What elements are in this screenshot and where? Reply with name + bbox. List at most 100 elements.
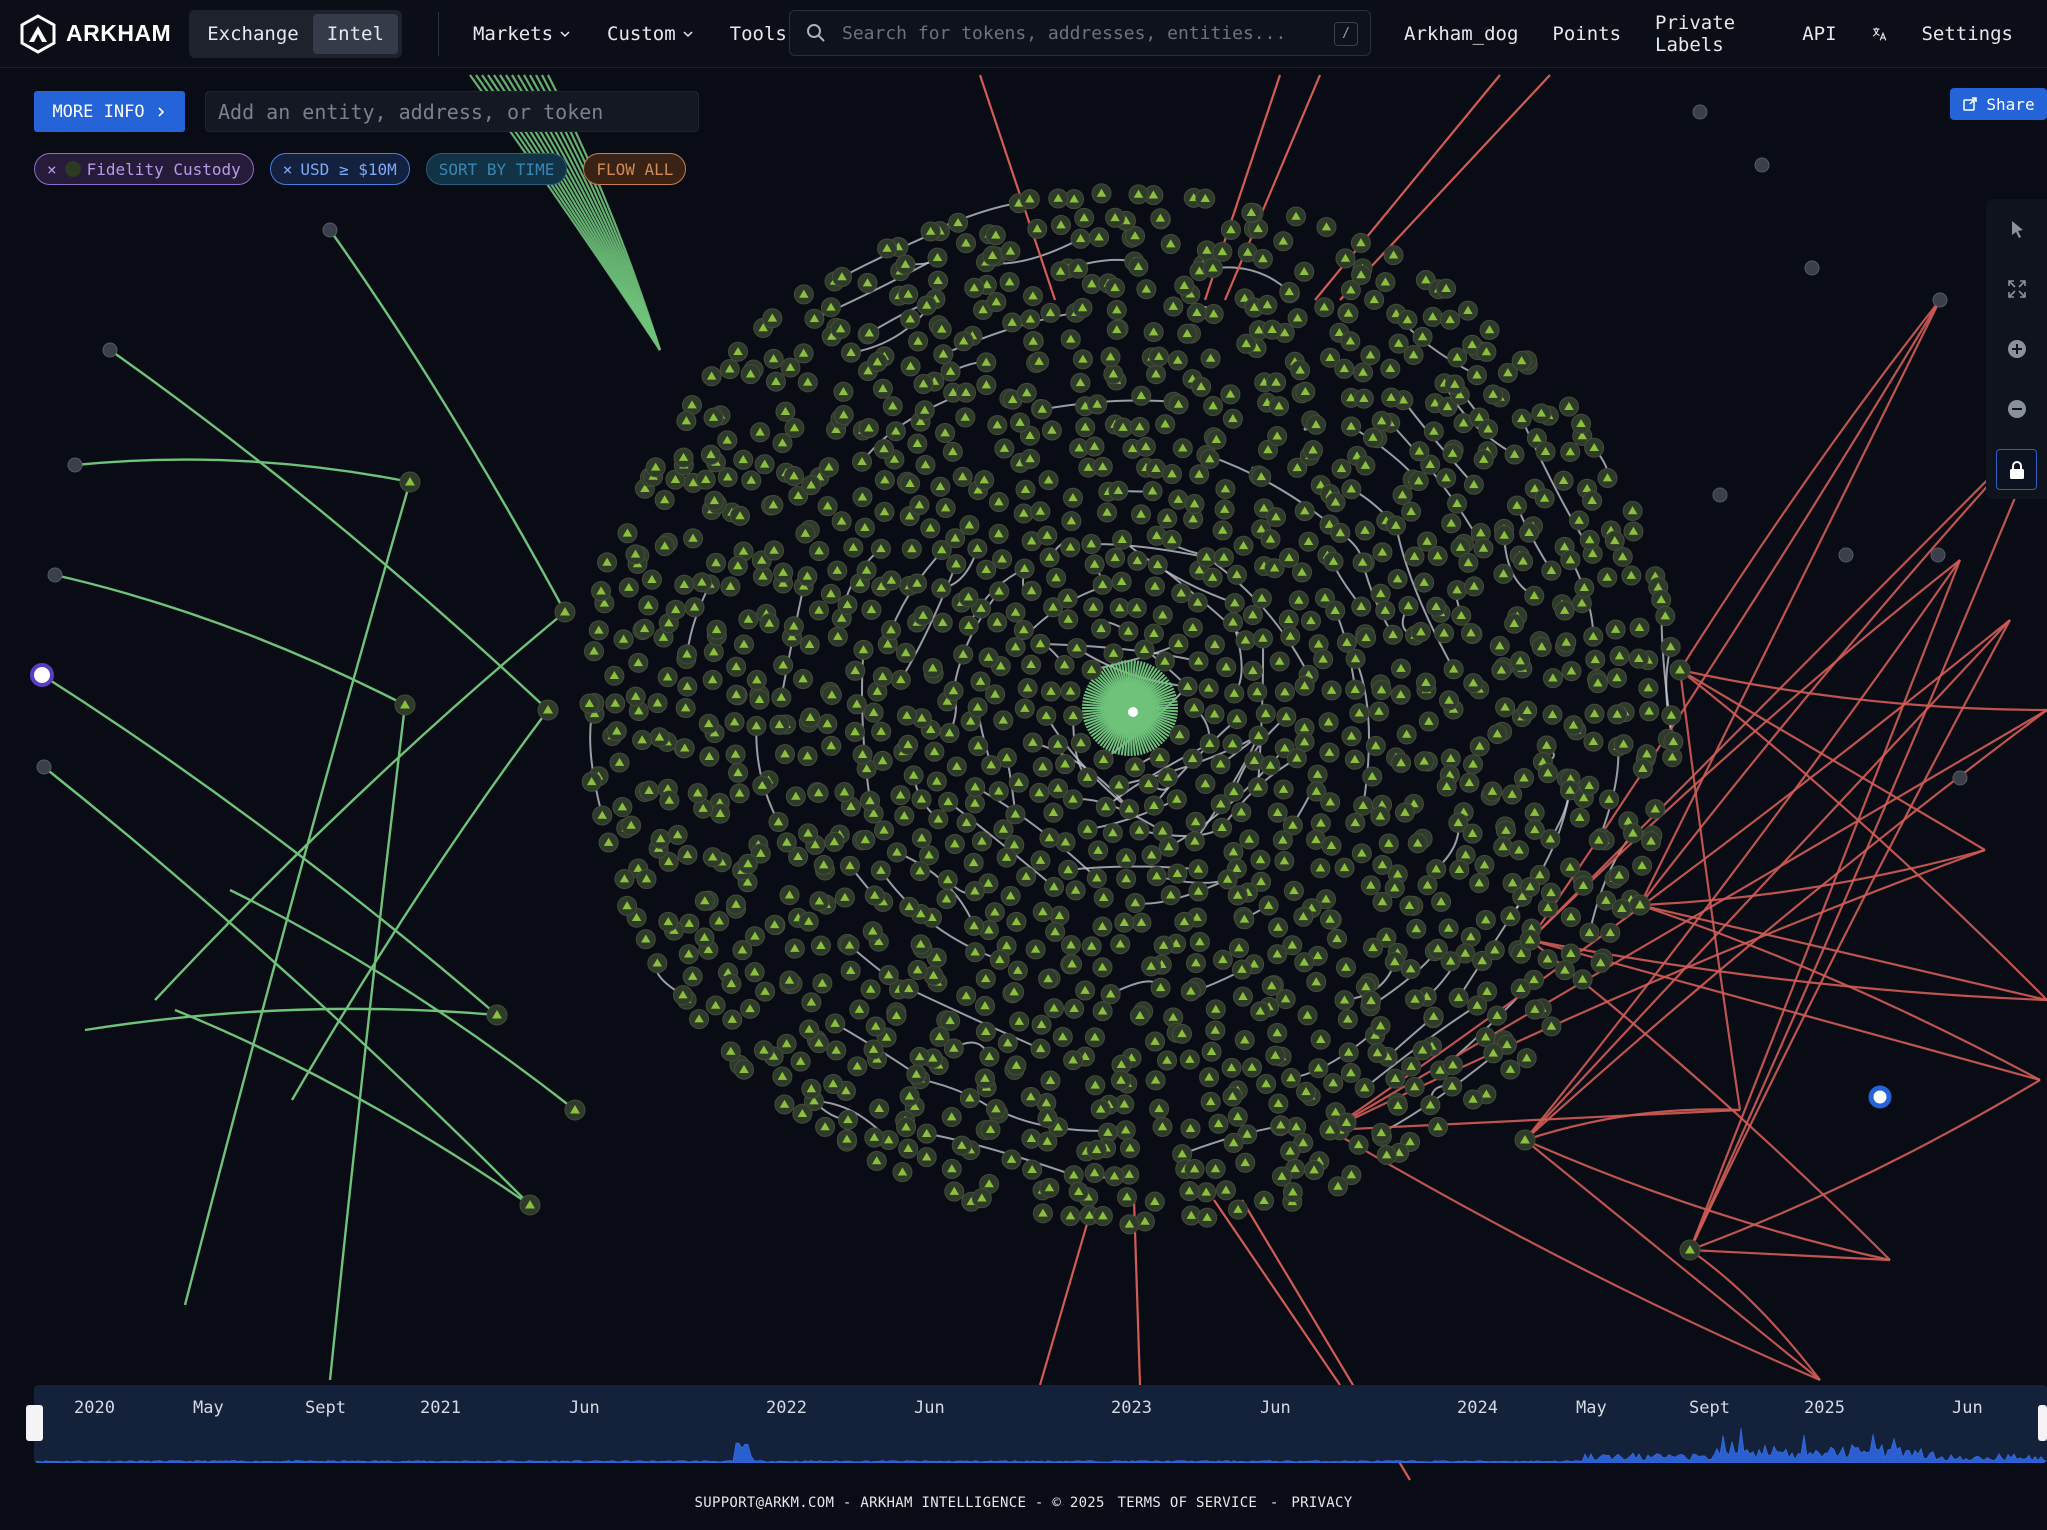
graph-node[interactable] <box>1103 643 1124 664</box>
graph-node[interactable] <box>1286 748 1307 769</box>
graph-node[interactable] <box>1415 672 1436 693</box>
graph-node[interactable] <box>1412 1040 1433 1061</box>
graph-node[interactable] <box>940 1010 961 1031</box>
graph-node[interactable] <box>1334 857 1355 878</box>
graph-node[interactable] <box>699 746 720 767</box>
graph-node[interactable] <box>1475 909 1496 930</box>
graph-node[interactable] <box>1491 660 1512 681</box>
graph-node[interactable] <box>1146 364 1167 385</box>
graph-node[interactable] <box>719 359 740 380</box>
graph-node[interactable] <box>1111 571 1132 592</box>
graph-node[interactable] <box>1408 471 1429 492</box>
graph-node[interactable] <box>1006 1055 1027 1076</box>
translate-icon[interactable] <box>1871 22 1888 46</box>
graph-node[interactable] <box>1609 865 1630 886</box>
global-search[interactable]: / <box>789 10 1371 56</box>
graph-node[interactable] <box>1572 969 1593 990</box>
graph-node[interactable] <box>774 1094 795 1115</box>
graph-node[interactable] <box>1200 1091 1221 1112</box>
graph-node[interactable] <box>1234 1030 1255 1051</box>
graph-node[interactable] <box>1504 613 1525 634</box>
graph-node[interactable] <box>1313 649 1334 670</box>
graph-node[interactable] <box>1279 547 1300 568</box>
graph-node[interactable] <box>1199 448 1220 469</box>
graph-node[interactable] <box>1255 703 1276 724</box>
graph-node[interactable] <box>725 744 746 765</box>
graph-node[interactable] <box>1092 574 1113 595</box>
graph-node[interactable] <box>1409 441 1430 462</box>
graph-node[interactable] <box>1223 1132 1244 1153</box>
graph-node[interactable] <box>844 721 865 742</box>
graph-node[interactable] <box>1531 403 1552 424</box>
graph-node[interactable] <box>1325 492 1346 513</box>
graph-node[interactable] <box>1414 751 1435 772</box>
graph-node[interactable] <box>1655 606 1676 627</box>
graph-node[interactable] <box>647 693 668 714</box>
timeline-scrubber[interactable]: 2020 May Sept 2021 Jun 2022 Jun 2023 Jun… <box>34 1385 2047 1463</box>
graph-node[interactable] <box>1092 1206 1113 1227</box>
graph-node[interactable] <box>1353 795 1374 816</box>
graph-node[interactable] <box>1352 552 1373 573</box>
graph-node[interactable] <box>1335 957 1356 978</box>
graph-node[interactable] <box>1093 887 1114 908</box>
graph-node[interactable] <box>1609 646 1630 667</box>
graph-node[interactable] <box>955 407 976 428</box>
graph-node[interactable] <box>1001 1149 1022 1170</box>
graph-node[interactable] <box>1273 231 1294 252</box>
graph-node[interactable] <box>1205 1158 1226 1179</box>
graph-node[interactable] <box>1405 989 1426 1010</box>
graph-node[interactable] <box>872 666 893 687</box>
graph-node[interactable] <box>768 811 789 832</box>
graph-node[interactable] <box>821 735 842 756</box>
graph-node[interactable] <box>1102 822 1123 843</box>
graph-node[interactable] <box>988 781 1009 802</box>
graph-node[interactable] <box>1363 937 1384 958</box>
graph-node[interactable] <box>1091 183 1112 204</box>
graph-node[interactable] <box>1298 531 1319 552</box>
graph-node[interactable] <box>1440 951 1461 972</box>
graph-node[interactable] <box>1534 488 1555 509</box>
graph-node[interactable] <box>1293 906 1314 927</box>
graph-node[interactable] <box>1148 346 1169 367</box>
graph-node[interactable] <box>1510 978 1531 999</box>
graph-node[interactable] <box>1010 412 1031 433</box>
graph-node[interactable] <box>1093 749 1114 770</box>
graph-node[interactable] <box>1513 551 1534 572</box>
graph-node[interactable] <box>997 1033 1018 1054</box>
graph-node[interactable] <box>1412 326 1433 347</box>
graph-node[interactable] <box>1372 891 1393 912</box>
graph-node[interactable] <box>1371 411 1392 432</box>
graph-node[interactable] <box>1145 1031 1166 1052</box>
graph-node[interactable] <box>780 357 801 378</box>
graph-node[interactable] <box>1199 1067 1220 1088</box>
graph-node[interactable] <box>1212 241 1233 262</box>
graph-node[interactable] <box>1250 1001 1271 1022</box>
graph-node[interactable] <box>1235 1152 1256 1173</box>
graph-node[interactable] <box>1086 1139 1107 1160</box>
graph-node[interactable] <box>1397 309 1418 330</box>
graph-node[interactable] <box>1014 698 1035 719</box>
graph-node[interactable] <box>1294 261 1315 282</box>
graph-node[interactable] <box>1399 895 1420 916</box>
graph-node[interactable] <box>1319 1119 1341 1141</box>
graph-node[interactable] <box>1215 1180 1236 1201</box>
graph-node[interactable] <box>1288 590 1309 611</box>
graph-node[interactable] <box>1146 866 1167 887</box>
graph-node[interactable] <box>1222 734 1243 755</box>
graph-node[interactable] <box>1282 1182 1303 1203</box>
graph-node[interactable] <box>1128 256 1149 277</box>
graph-node[interactable] <box>784 938 805 959</box>
graph-node[interactable] <box>1203 396 1224 417</box>
graph-node[interactable] <box>1427 546 1448 567</box>
graph-node[interactable] <box>1185 811 1206 832</box>
graph-node[interactable] <box>1184 698 1205 719</box>
graph-node[interactable] <box>1045 921 1066 942</box>
graph-node[interactable] <box>1083 597 1104 618</box>
graph-node[interactable] <box>1510 651 1531 672</box>
graph-node[interactable] <box>667 824 688 845</box>
graph-node[interactable] <box>970 671 991 692</box>
graph-node[interactable] <box>1540 882 1561 903</box>
graph-node[interactable] <box>1294 952 1315 973</box>
graph-node[interactable] <box>916 1123 937 1144</box>
graph-node[interactable] <box>1029 782 1050 803</box>
